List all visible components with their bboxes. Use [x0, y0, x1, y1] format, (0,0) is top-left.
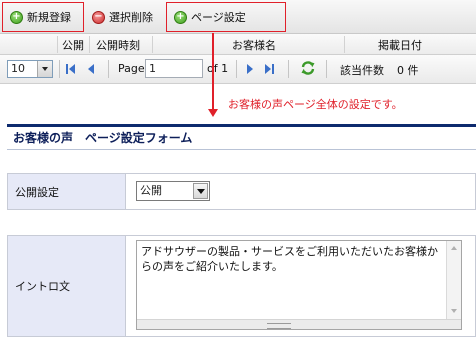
column-header-publish-time[interactable]: 公開時刻	[96, 37, 140, 53]
chevron-down-icon	[37, 61, 52, 77]
record-count-label: 該当件数	[340, 64, 384, 77]
scroll-down-icon	[451, 309, 457, 313]
add-icon: +	[174, 10, 187, 24]
delete-button[interactable]: − 選択削除	[86, 6, 164, 28]
intro-text-value: アドサウザーの製品・サービスをご利用いただいたお客様からの声をご紹介いたします。	[141, 245, 438, 273]
scroll-up-icon	[451, 246, 457, 250]
last-page-icon[interactable]	[265, 64, 275, 74]
page-settings-button[interactable]: + ページ設定	[168, 6, 254, 28]
intro-text-label: イントロ文	[8, 236, 126, 336]
toolbar: + 新規登録 − 選択削除 + ページ設定	[0, 0, 476, 34]
pager-toolbar: 10 Page 1 of 1 該当件数 0 件	[0, 55, 476, 84]
new-button[interactable]: + 新規登録	[4, 6, 82, 28]
pager-divider	[236, 60, 237, 78]
page-size-select[interactable]: 10	[7, 60, 53, 78]
chevron-down-icon	[193, 183, 208, 199]
record-count-value: 0 件	[397, 64, 419, 77]
new-button-label: 新規登録	[27, 11, 71, 24]
publish-setting-select[interactable]: 公開	[136, 181, 210, 201]
prev-page-icon[interactable]	[87, 64, 97, 74]
refresh-icon[interactable]	[300, 60, 316, 76]
column-header-public[interactable]: 公開	[62, 37, 84, 53]
column-header-customer-name[interactable]: お客様名	[232, 37, 276, 53]
page-count-label: of 1	[207, 62, 229, 75]
annotation-text: お客様の声ページ全体の設定です。	[228, 98, 403, 111]
pager-divider	[326, 60, 327, 78]
textarea-scrollbar[interactable]	[446, 241, 461, 329]
form-row-publish: 公開設定 公開	[7, 173, 476, 210]
publish-setting-value: 公開	[140, 184, 162, 197]
toolbar-divider	[166, 6, 167, 28]
first-page-icon[interactable]	[66, 64, 76, 74]
column-divider	[57, 36, 58, 53]
delete-icon: −	[92, 10, 105, 24]
page-size-value: 10	[11, 62, 25, 75]
form-row-intro: イントロ文 アドサウザーの製品・サービスをご利用いただいたお客様からの声をご紹介…	[7, 235, 476, 337]
form-title: お客様の声 ページ設定フォーム	[7, 124, 476, 150]
annotation-arrow-line	[212, 33, 214, 111]
column-header-post-date[interactable]: 掲載日付	[378, 37, 422, 53]
next-page-icon[interactable]	[246, 64, 256, 74]
pager-divider	[59, 60, 60, 78]
pager-divider	[108, 60, 109, 78]
page-label: Page	[118, 62, 145, 75]
grid-header: 公開 公開時刻 お客様名 掲載日付	[0, 34, 476, 55]
pager-divider	[288, 60, 289, 78]
toolbar-divider	[83, 6, 84, 28]
page-number-input[interactable]: 1	[145, 59, 203, 78]
column-divider	[152, 36, 153, 53]
column-divider	[344, 36, 345, 53]
page-settings-button-label: ページ設定	[191, 11, 246, 24]
intro-text-textarea[interactable]: アドサウザーの製品・サービスをご利用いただいたお客様からの声をご紹介いたします。	[136, 240, 462, 330]
annotation-arrow-head	[208, 109, 218, 117]
delete-button-label: 選択削除	[109, 11, 153, 24]
publish-setting-label: 公開設定	[8, 174, 126, 209]
add-icon: +	[10, 10, 23, 24]
column-divider	[89, 36, 90, 53]
textarea-resize-handle[interactable]	[137, 319, 461, 329]
